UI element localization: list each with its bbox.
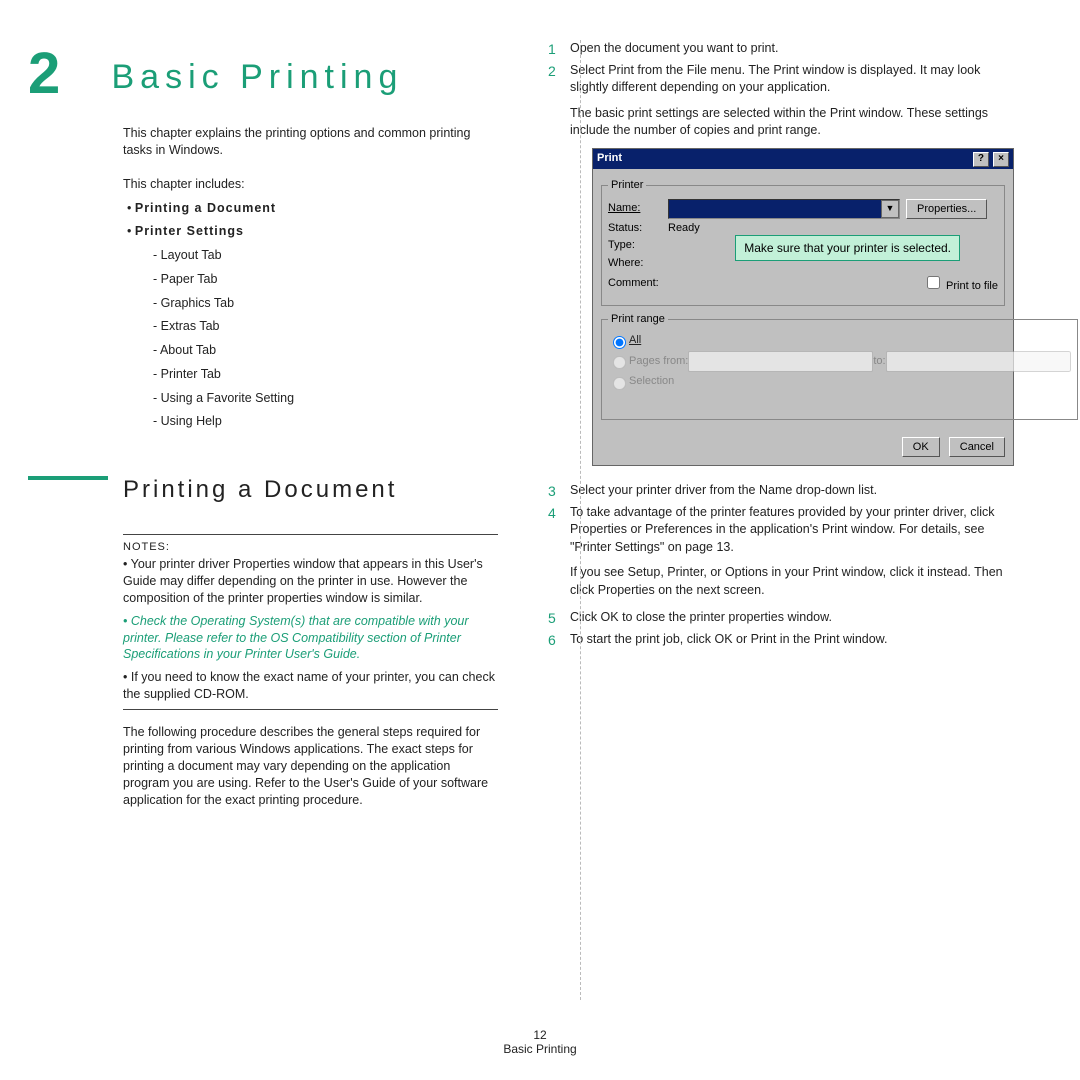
print-to-file-checkbox[interactable] [927,276,940,289]
step-text: Select Print from the File menu. The Pri… [570,62,1018,97]
note-text-italic: Check the Operating System(s) that are c… [123,614,469,662]
printer-name-combo[interactable]: ▼ [668,199,900,219]
print-range-group: Print range All Pages from: to: Selectio… [601,312,1078,421]
step-number: 1 [548,40,570,60]
step-number: 2 [548,62,570,481]
range-pages-radio [613,356,626,369]
step-text: Select your printer driver from the Name… [570,482,1018,502]
step-number: 6 [548,631,570,651]
chevron-down-icon[interactable]: ▼ [881,200,899,218]
close-icon[interactable]: × [993,152,1009,167]
to-input [886,351,1071,372]
section-title: Printing a Document [123,476,498,504]
range-all-radio[interactable] [613,336,626,349]
status-label: Status: [608,221,668,236]
name-label: Name: [608,201,668,216]
ok-button[interactable]: OK [902,437,940,457]
column-divider [580,40,581,1000]
help-icon[interactable]: ? [973,152,989,167]
includes-label: This chapter includes: [123,173,498,197]
range-selection-radio [613,377,626,390]
toc-subitem: Using Help [161,414,222,428]
page-footer-title: Basic Printing [0,1042,1080,1056]
step-text: Click OK to close the printer properties… [570,609,1018,629]
page-number: 12 [0,1028,1080,1042]
range-all-label: All [629,333,641,348]
dialog-title: Print [597,151,622,167]
chapter-number: 2 [28,40,108,107]
note-text: Your printer driver Properties window th… [123,557,483,605]
range-selection-label: Selection [629,374,674,389]
step-text: The basic print settings are selected wi… [570,105,1018,140]
notes-label: NOTES: [123,541,498,553]
toc-subitem: Printer Tab [161,367,221,381]
step-text: To start the print job, click OK or Prin… [570,631,1018,651]
cancel-button[interactable]: Cancel [949,437,1005,457]
step-text: To take advantage of the printer feature… [570,504,1018,557]
chapter-title: Basic Printing [111,58,403,97]
from-input [688,351,873,372]
step-number: 5 [548,609,570,629]
step-text: Open the document you want to print. [570,40,1018,60]
toc-subitem: Graphics Tab [161,296,234,310]
step-number: 3 [548,482,570,502]
toc-subitem: Layout Tab [161,248,222,262]
printer-group: Printer Name: ▼ Properties... Status:Rea… [601,178,1005,306]
step-text: If you see Setup, Printer, or Options in… [570,564,1018,599]
type-label: Type: [608,238,668,253]
chapter-intro: This chapter explains the printing optio… [123,125,498,159]
toc-item: Printer Settings [135,224,244,238]
toc-subitem: About Tab [160,343,216,357]
note-text: If you need to know the exact name of yo… [123,670,495,701]
properties-button[interactable]: Properties... [906,199,987,219]
group-label: Printer [608,178,646,193]
print-dialog: Print ? × Printer Name: ▼ [592,148,1014,467]
toc-subitem: Using a Favorite Setting [161,391,294,405]
print-to-file-label: Print to file [946,280,998,292]
toc-subitem: Paper Tab [161,272,218,286]
section-rule [28,476,108,480]
where-label: Where: [608,256,668,271]
step-number: 4 [548,504,570,608]
toc-subitem: Extras Tab [161,319,220,333]
toc-item: Printing a Document [135,201,276,215]
comment-label: Comment: [608,276,668,291]
group-label: Print range [608,312,668,327]
following-paragraph: The following procedure describes the ge… [123,724,498,808]
callout-tip: Make sure that your printer is selected. [735,235,960,261]
dialog-titlebar: Print ? × [593,149,1013,169]
range-pages-label: Pages [629,354,660,369]
